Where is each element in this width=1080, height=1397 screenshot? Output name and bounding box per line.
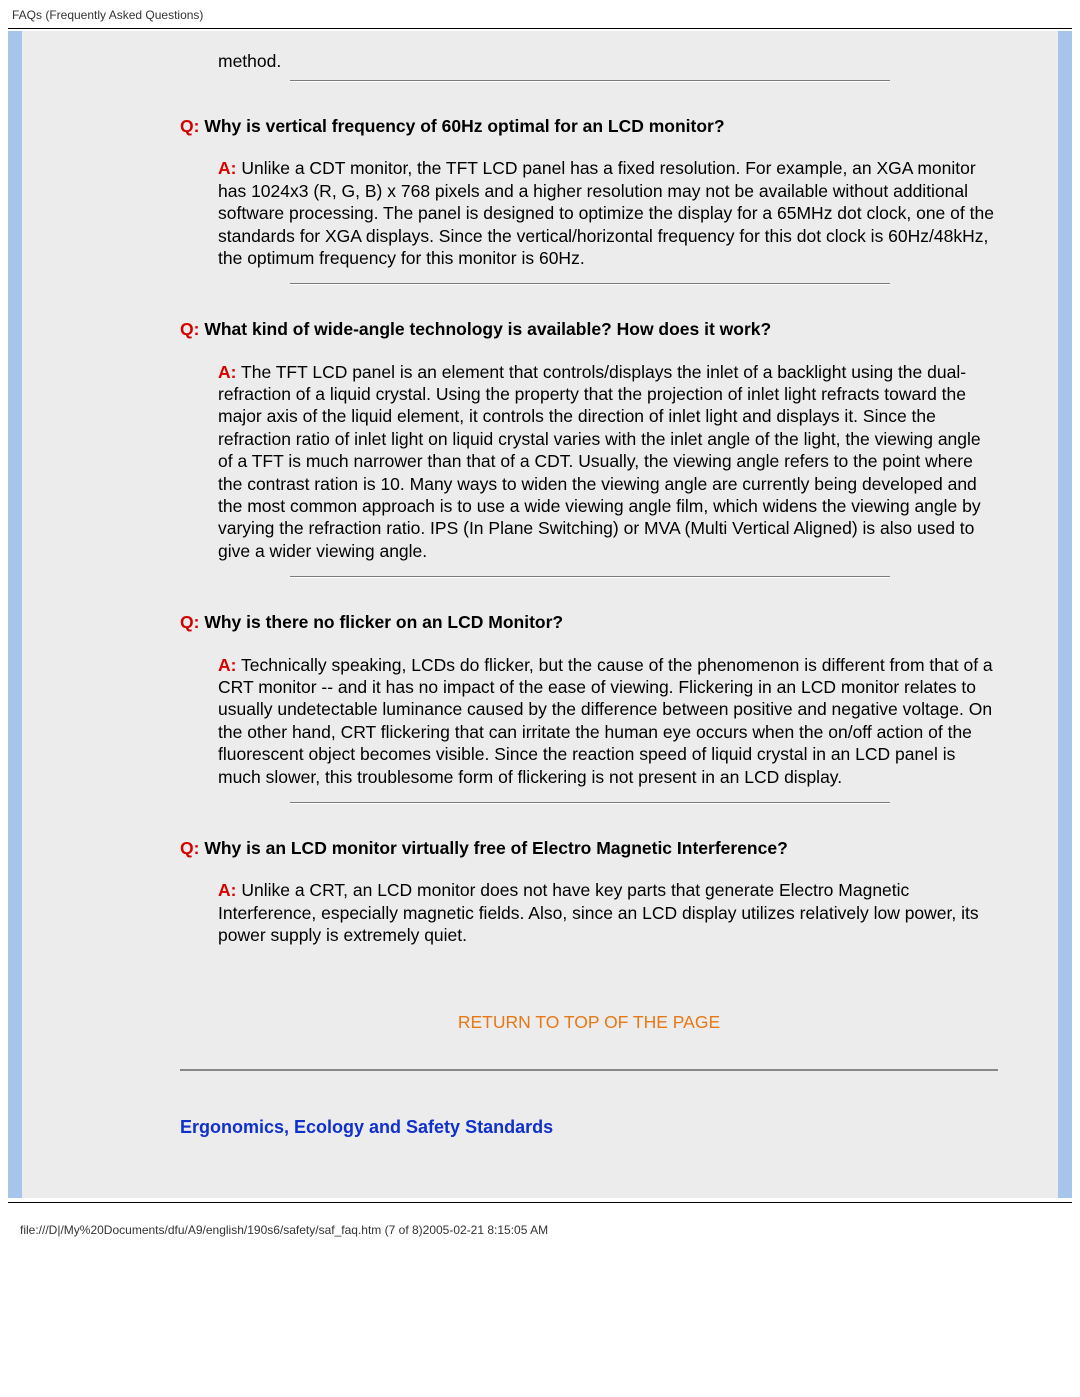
q-prefix: Q: [180,838,199,858]
faq-question: Q: What kind of wide-angle technology is… [180,317,998,342]
divider [290,283,890,285]
faq-item: Q: What kind of wide-angle technology is… [180,317,998,578]
divider [290,80,890,82]
faq-answer: A: Unlike a CRT, an LCD monitor does not… [218,879,998,946]
page-header-title: FAQs (Frequently Asked Questions) [0,0,1080,28]
q-prefix: Q: [180,319,199,339]
faq-answer: A: Unlike a CDT monitor, the TFT LCD pan… [218,157,998,269]
faq-item: Q: Why is an LCD monitor virtually free … [180,836,998,947]
faq-answer-text: Unlike a CDT monitor, the TFT LCD panel … [218,158,994,268]
faq-answer-text: Unlike a CRT, an LCD monitor does not ha… [218,880,979,945]
faq-question-text: Why is an LCD monitor virtually free of … [204,838,787,858]
fragment-top-text: method. [218,51,998,72]
footer-file-path: file:///D|/My%20Documents/dfu/A9/english… [8,1202,1072,1249]
faq-answer: A: The TFT LCD panel is an element that … [218,361,998,563]
faq-item: Q: Why is vertical frequency of 60Hz opt… [180,114,998,285]
faq-item: Q: Why is there no flicker on an LCD Mon… [180,610,998,804]
q-prefix: Q: [180,612,199,632]
a-prefix: A: [218,362,236,382]
faq-answer: A: Technically speaking, LCDs do flicker… [218,654,998,788]
divider [290,802,890,804]
a-prefix: A: [218,880,236,900]
q-prefix: Q: [180,116,199,136]
faq-question-text: Why is vertical frequency of 60Hz optima… [204,116,724,136]
faq-question-text: What kind of wide-angle technology is av… [204,319,771,339]
section-divider [180,1069,998,1071]
header-rule [8,28,1072,29]
content-frame: method. Q: Why is vertical frequency of … [8,31,1072,1198]
a-prefix: A: [218,655,236,675]
faq-answer-text: The TFT LCD panel is an element that con… [218,362,981,561]
divider [290,576,890,578]
faq-question: Q: Why is there no flicker on an LCD Mon… [180,610,998,635]
main-column: method. Q: Why is vertical frequency of … [180,31,1058,1198]
return-to-top-link[interactable]: RETURN TO TOP OF THE PAGE [180,1012,998,1033]
a-prefix: A: [218,158,236,178]
section-heading-ergonomics: Ergonomics, Ecology and Safety Standards [180,1117,998,1138]
faq-answer-text: Technically speaking, LCDs do flicker, b… [218,655,993,787]
faq-question: Q: Why is an LCD monitor virtually free … [180,836,998,861]
faq-question-text: Why is there no flicker on an LCD Monito… [204,612,563,632]
faq-question: Q: Why is vertical frequency of 60Hz opt… [180,114,998,139]
left-gutter [22,31,180,1198]
